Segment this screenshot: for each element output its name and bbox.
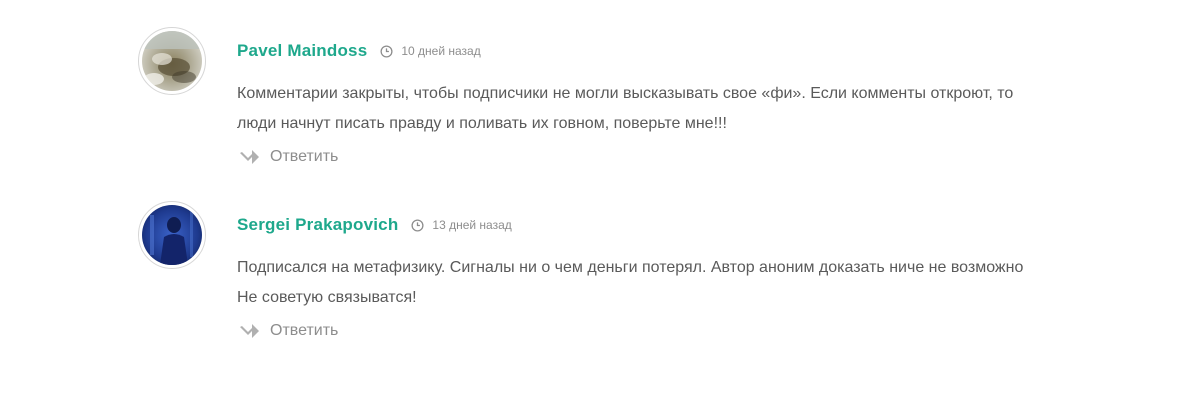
avatar-photo xyxy=(142,31,202,91)
clock-icon xyxy=(380,44,393,58)
comment-author[interactable]: Sergei Prakapovich xyxy=(237,215,398,235)
clock-icon xyxy=(411,218,424,232)
comment-author[interactable]: Pavel Maindoss xyxy=(237,41,367,61)
comment-time-label: 13 дней назад xyxy=(432,218,512,232)
comments-list: Pavel Maindoss 10 дней назад Комментарии… xyxy=(0,0,1189,400)
comment-text: Подписался на метафизику. Сигналы ни о ч… xyxy=(237,259,1024,306)
reply-button[interactable]: Ответить xyxy=(239,148,338,166)
avatar-photo xyxy=(142,205,202,265)
comment-time: 13 дней назад xyxy=(411,218,512,232)
reply-label: Ответить xyxy=(270,148,339,165)
comment-text: Комментарии закрыты, чтобы подписчики не… xyxy=(237,85,1014,132)
comment-time-label: 10 дней назад xyxy=(401,44,481,58)
reply-button[interactable]: Ответить xyxy=(239,322,338,340)
reply-arrow-icon xyxy=(239,148,261,166)
reply-arrow-icon xyxy=(239,322,261,340)
comment-time: 10 дней назад xyxy=(380,44,481,58)
avatar[interactable] xyxy=(138,201,206,269)
reply-label: Ответить xyxy=(270,322,339,339)
comment-meta: Sergei Prakapovich 13 дней назад xyxy=(237,215,512,235)
avatar[interactable] xyxy=(138,27,206,95)
comment-meta: Pavel Maindoss 10 дней назад xyxy=(237,41,481,61)
